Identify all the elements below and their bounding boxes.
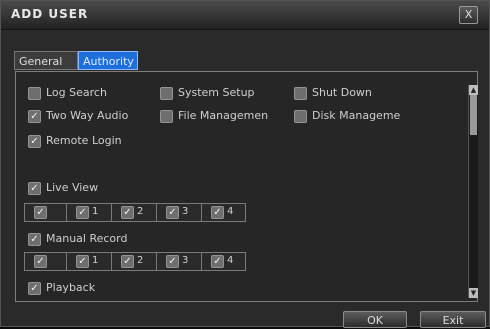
close-button[interactable]: X <box>459 6 478 24</box>
channel-number: 4 <box>227 255 234 266</box>
channel-number: 1 <box>92 255 99 266</box>
two-way-audio-checkbox[interactable] <box>28 110 41 123</box>
live-view-ch3-checkbox[interactable] <box>166 206 179 219</box>
two-way-audio-label: Two Way Audio <box>46 109 129 122</box>
permission-row: Two Way Audio File Managemen Disk Manage… <box>16 109 456 127</box>
channel-cell: 4 <box>202 204 245 221</box>
live-view-checkbox[interactable] <box>28 182 41 195</box>
channel-all-cell <box>25 204 67 221</box>
scroll-thumb[interactable] <box>470 95 477 135</box>
dialog-title: ADD USER <box>11 7 89 21</box>
tab-authority[interactable]: Authority <box>78 51 138 70</box>
remote-login-checkbox[interactable] <box>28 135 41 148</box>
title-bar: ADD USER X <box>1 1 489 30</box>
system-setup-label: System Setup <box>178 86 255 99</box>
live-view-label: Live View <box>46 181 99 194</box>
channel-cell: 3 <box>157 204 202 221</box>
manual-record-ch2-checkbox[interactable] <box>121 255 134 268</box>
channel-number: 3 <box>182 206 189 217</box>
live-view-ch4-checkbox[interactable] <box>211 206 224 219</box>
channel-cell: 1 <box>67 204 112 221</box>
log-search-checkbox[interactable] <box>28 87 41 100</box>
ok-button[interactable]: OK <box>343 311 407 328</box>
manual-record-ch3-checkbox[interactable] <box>166 255 179 268</box>
manual-record-checkbox[interactable] <box>28 233 41 246</box>
live-view-all-checkbox[interactable] <box>34 206 47 219</box>
channel-cell: 4 <box>202 253 245 270</box>
channel-number: 2 <box>137 206 144 217</box>
file-management-label: File Managemen <box>178 109 269 122</box>
manual-record-row: Manual Record <box>16 232 216 250</box>
shut-down-label: Shut Down <box>312 86 372 99</box>
log-search-label: Log Search <box>46 86 107 99</box>
channel-number: 1 <box>92 206 99 217</box>
live-view-channel-grid: 1 2 3 4 <box>24 203 246 222</box>
scroll-up-icon[interactable]: ▲ <box>469 85 478 95</box>
channel-number: 3 <box>182 255 189 266</box>
playback-checkbox[interactable] <box>28 282 41 295</box>
live-view-ch1-checkbox[interactable] <box>76 206 89 219</box>
authority-panel: Log Search System Setup Shut Down Two Wa… <box>15 71 478 302</box>
channel-cell: 3 <box>157 253 202 270</box>
vertical-scrollbar[interactable]: ▲ ▼ <box>468 85 478 298</box>
tab-general[interactable]: General <box>14 51 78 70</box>
channel-cell: 2 <box>112 253 157 270</box>
manual-record-ch4-checkbox[interactable] <box>211 255 224 268</box>
manual-record-ch1-checkbox[interactable] <box>76 255 89 268</box>
playback-label: Playback <box>46 281 96 294</box>
add-user-dialog: ADD USER X General Authority Log Search … <box>0 0 490 328</box>
manual-record-all-checkbox[interactable] <box>34 255 47 268</box>
file-management-checkbox[interactable] <box>160 110 173 123</box>
manual-record-label: Manual Record <box>46 232 128 245</box>
shut-down-checkbox[interactable] <box>294 87 307 100</box>
live-view-ch2-checkbox[interactable] <box>121 206 134 219</box>
disk-management-checkbox[interactable] <box>294 110 307 123</box>
exit-button[interactable]: Exit <box>420 311 486 328</box>
channel-cell: 1 <box>67 253 112 270</box>
disk-management-label: Disk Manageme <box>312 109 401 122</box>
channel-all-cell <box>25 253 67 270</box>
channel-number: 2 <box>137 255 144 266</box>
playback-row: Playback <box>16 281 216 299</box>
remote-login-label: Remote Login <box>46 134 122 147</box>
live-view-row: Live View <box>16 181 216 199</box>
channel-number: 4 <box>227 206 234 217</box>
system-setup-checkbox[interactable] <box>160 87 173 100</box>
manual-record-channel-grid: 1 2 3 4 <box>24 252 246 271</box>
remote-login-row: Remote Login <box>16 134 216 152</box>
permission-row: Log Search System Setup Shut Down <box>16 86 456 104</box>
channel-cell: 2 <box>112 204 157 221</box>
scroll-down-icon[interactable]: ▼ <box>469 288 478 298</box>
